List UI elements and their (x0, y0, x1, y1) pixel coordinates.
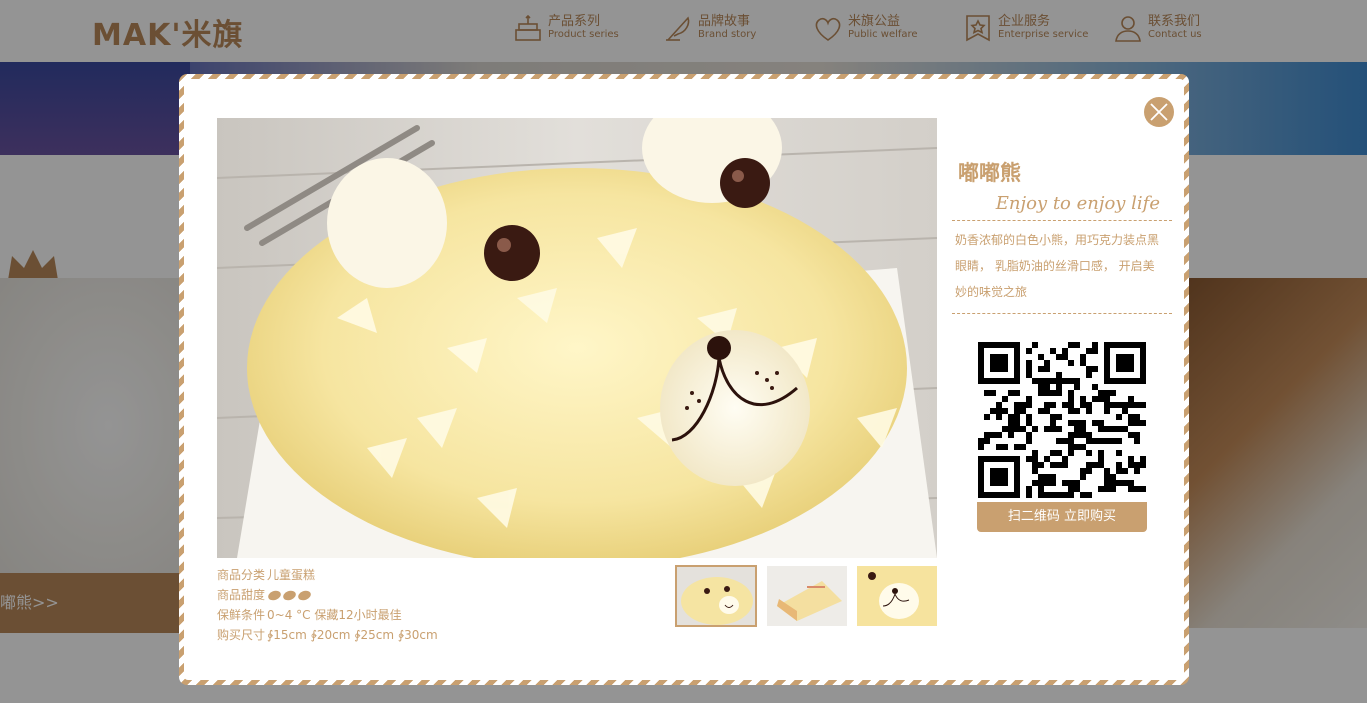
thumbnail-bear-face[interactable] (857, 566, 937, 626)
scan-to-buy-button[interactable]: 扫二维码 立即购买 (977, 502, 1147, 532)
modal-body: 商品分类 儿童蛋糕 商品甜度 保鲜条件 0~4 °C 保藏12小时最佳 购买尺寸… (184, 79, 1184, 680)
spec-sweetness: 商品甜度 (217, 585, 438, 605)
product-specs: 商品分类 儿童蛋糕 商品甜度 保鲜条件 0~4 °C 保藏12小时最佳 购买尺寸… (217, 565, 438, 645)
thumbnail-cake-slice[interactable] (767, 566, 847, 626)
spec-storage: 保鲜条件 0~4 °C 保藏12小时最佳 (217, 605, 438, 625)
thumbnail-whole-cake[interactable] (675, 565, 757, 627)
spec-category-value: 儿童蛋糕 (267, 568, 316, 582)
divider (952, 313, 1172, 314)
candy-icon (281, 588, 298, 602)
spec-sweetness-label: 商品甜度 (217, 588, 266, 602)
candy-icon (296, 588, 313, 602)
product-title: 嘟嘟熊 (958, 161, 1021, 185)
sweetness-candy-icons (266, 588, 313, 602)
spec-category: 商品分类 儿童蛋糕 (217, 565, 438, 585)
candy-icon (266, 588, 283, 602)
spec-size: 购买尺寸 ∲15cm ∲20cm ∲25cm ∲30cm (217, 625, 438, 645)
product-tagline: Enjoy to enjoy life (995, 193, 1160, 214)
qr-code-image (977, 342, 1147, 502)
spec-size-value: ∲15cm ∲20cm ∲25cm ∲30cm (267, 628, 438, 642)
product-info-panel: 嘟嘟熊 Enjoy to enjoy life 奶香浓郁的白色小熊，用巧克力装点… (952, 157, 1172, 532)
spec-category-label: 商品分类 (217, 568, 266, 582)
close-icon (1150, 103, 1168, 121)
thumbnail-strip (675, 565, 947, 627)
product-modal: 商品分类 儿童蛋糕 商品甜度 保鲜条件 0~4 °C 保藏12小时最佳 购买尺寸… (179, 74, 1189, 685)
product-description: 奶香浓郁的白色小熊，用巧克力装点黑眼睛， 乳脂奶油的丝滑口感， 开启美妙的味觉之… (955, 233, 1160, 299)
spec-storage-value: 0~4 °C 保藏12小时最佳 (267, 608, 402, 622)
spec-size-label: 购买尺寸 (217, 628, 266, 642)
spec-storage-label: 保鲜条件 (217, 608, 266, 622)
close-button[interactable] (1144, 97, 1174, 127)
main-product-image (217, 118, 937, 558)
